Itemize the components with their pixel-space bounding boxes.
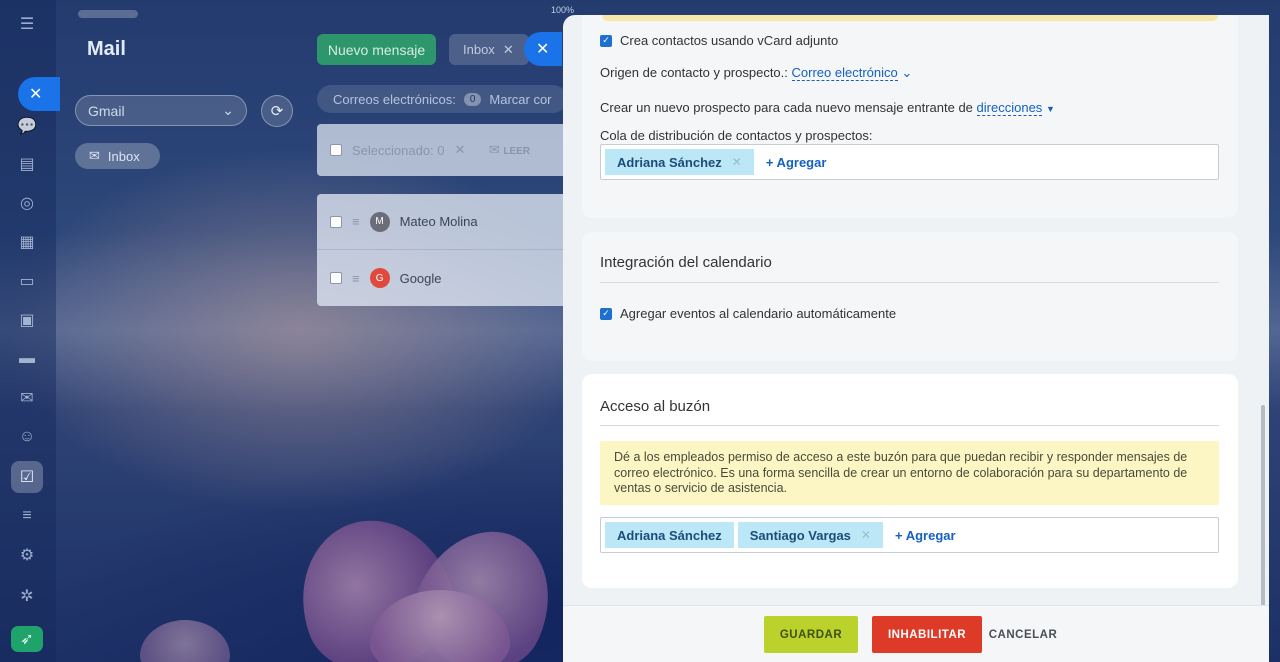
divider xyxy=(600,425,1219,426)
mail-toolbar: Seleccionado: 0 ✕ | ✉ LEER xyxy=(317,124,567,176)
drag-handle-icon[interactable]: ≡ xyxy=(352,271,360,286)
calendar-icon[interactable]: ▦ xyxy=(11,226,43,258)
vcard-option[interactable]: ✓ Crea contactos usando vCard adjunto xyxy=(600,33,838,48)
read-label: LEER xyxy=(503,146,530,157)
new-message-button[interactable]: Nuevo mensaje xyxy=(317,34,436,65)
storage-icon[interactable]: ▬ xyxy=(11,343,43,375)
access-tag-selector[interactable]: Adriana Sánchez Santiago Vargas ✕ + Agre… xyxy=(600,517,1219,553)
checkbox-app-icon[interactable]: ☑ xyxy=(11,461,43,493)
row-checkbox[interactable] xyxy=(330,215,342,228)
disable-button[interactable]: INHABILITAR xyxy=(872,616,982,653)
presentation-icon[interactable]: ▣ xyxy=(11,304,43,336)
cancel-button[interactable]: CANCELAR xyxy=(988,616,1058,653)
filter-icon[interactable]: ≡ xyxy=(11,500,43,532)
selected-count: Seleccionado: 0 xyxy=(352,142,445,158)
close-panel-button[interactable]: ✕ xyxy=(18,77,60,111)
documents-icon[interactable]: ▭ xyxy=(11,265,43,297)
drag-handle-icon[interactable]: ≡ xyxy=(352,214,360,229)
user-tag[interactable]: Adriana Sánchez ✕ xyxy=(605,149,754,175)
crm-settings-card: ✓ Crea contactos usando vCard adjunto Or… xyxy=(582,15,1238,218)
checkbox-checked[interactable]: ✓ xyxy=(600,307,612,320)
folder-label: Inbox xyxy=(107,148,140,164)
new-lead-dropdown[interactable]: direcciones xyxy=(976,100,1043,116)
avatar: G xyxy=(369,268,390,288)
emails-count-badge: 0 xyxy=(463,92,482,106)
user-tag-label: Adriana Sánchez xyxy=(617,154,722,170)
caret-down-icon[interactable]: ▼ xyxy=(1046,104,1055,114)
save-button[interactable]: GUARDAR xyxy=(764,616,858,653)
notice-edge xyxy=(602,15,1218,21)
menu-icon[interactable]: ☰ xyxy=(11,8,43,40)
chat-icon[interactable]: 💬 xyxy=(11,110,43,142)
vcard-label: Crea contactos usando vCard adjunto xyxy=(620,33,839,48)
inbox-filter-tab[interactable]: Inbox ✕ xyxy=(449,34,529,65)
chevron-down-icon: ⌄ xyxy=(222,102,234,118)
mail-list: ≡ M Mateo Molina ≡ G Google xyxy=(317,194,567,306)
queue-tag-selector[interactable]: Adriana Sánchez ✕ + Agregar xyxy=(600,144,1219,180)
read-button[interactable]: ✉ LEER xyxy=(489,142,530,158)
close-icon[interactable]: ✕ xyxy=(503,42,514,58)
auto-events-label: Agregar eventos al calendario automática… xyxy=(620,306,897,321)
rocket-icon[interactable]: ➶ xyxy=(11,626,43,652)
source-label: Origen de contacto y prospecto.: xyxy=(600,65,788,80)
zoom-level: 100% xyxy=(551,5,575,15)
emails-label: Correos electrónicos: xyxy=(333,91,456,107)
new-lead-label: Crear un nuevo prospecto para cada nuevo… xyxy=(600,100,973,115)
source-dropdown[interactable]: Correo electrónico xyxy=(791,65,898,81)
divider: | xyxy=(475,142,479,158)
settings-icon[interactable]: ✲ xyxy=(11,580,43,612)
folder-inbox[interactable]: ✉ Inbox xyxy=(75,143,160,169)
mailbox-access-card: Acceso al buzón Dé a los empleados permi… xyxy=(582,374,1238,588)
avatar: M xyxy=(369,211,390,232)
page-title: Mail xyxy=(87,38,126,60)
select-all-checkbox[interactable] xyxy=(330,144,342,156)
auto-events-option[interactable]: ✓ Agregar eventos al calendario automáti… xyxy=(600,306,896,321)
tasks-icon[interactable]: ▤ xyxy=(11,148,43,180)
sender-name: Google xyxy=(399,270,442,286)
access-notice: Dé a los empleados permiso de acceso a e… xyxy=(600,441,1219,505)
account-select[interactable]: Gmail ⌄ xyxy=(75,95,247,126)
list-item[interactable]: ≡ M Mateo Molina xyxy=(317,194,567,250)
robot-icon[interactable]: ⚙ xyxy=(11,539,43,571)
access-section-title: Acceso al buzón xyxy=(600,398,711,415)
row-checkbox[interactable] xyxy=(330,272,342,284)
list-item[interactable]: ≡ G Google xyxy=(317,250,567,306)
calendar-settings-card: Integración del calendario ✓ Agregar eve… xyxy=(582,232,1238,361)
top-pill xyxy=(78,10,138,18)
mail-icon[interactable]: ✉ xyxy=(11,382,43,414)
calendar-section-title: Integración del calendario xyxy=(600,254,772,271)
remove-tag-icon[interactable]: ✕ xyxy=(861,528,871,542)
remove-tag-icon[interactable]: ✕ xyxy=(732,155,742,169)
close-slider-button[interactable]: ✕ xyxy=(524,32,562,66)
contacts-icon[interactable]: ☺ xyxy=(11,421,43,453)
divider xyxy=(600,282,1219,283)
new-lead-row: Crear un nuevo prospecto para cada nuevo… xyxy=(600,100,1055,116)
refresh-icon: ⟳ xyxy=(270,103,284,120)
source-row: Origen de contacto y prospecto.: Correo … xyxy=(600,65,912,81)
user-tag[interactable]: Adriana Sánchez xyxy=(605,522,734,548)
inbox-filter-label: Inbox xyxy=(463,42,495,57)
clear-selection-icon[interactable]: ✕ xyxy=(455,142,466,158)
checkbox-checked[interactable]: ✓ xyxy=(600,34,612,47)
envelope-icon: ✉ xyxy=(89,148,100,163)
user-tag-label: Santiago Vargas xyxy=(749,527,851,543)
sender-name: Mateo Molina xyxy=(399,214,478,229)
emails-counter-bar: Correos electrónicos: 0 Marcar cor xyxy=(317,85,567,113)
user-tag[interactable]: Santiago Vargas ✕ xyxy=(737,522,883,548)
add-queue-user-link[interactable]: + Agregar xyxy=(766,155,827,170)
user-tag-label: Adriana Sánchez xyxy=(617,527,722,543)
account-select-value: Gmail xyxy=(88,102,125,119)
refresh-button[interactable]: ⟳ xyxy=(261,95,293,127)
mark-link[interactable]: Marcar cor xyxy=(489,92,551,107)
add-access-user-link[interactable]: + Agregar xyxy=(895,528,956,543)
crm-icon[interactable]: ◎ xyxy=(11,187,43,219)
chevron-down-icon[interactable]: ⌄ xyxy=(901,65,912,80)
queue-label: Cola de distribución de contactos y pros… xyxy=(600,128,873,143)
